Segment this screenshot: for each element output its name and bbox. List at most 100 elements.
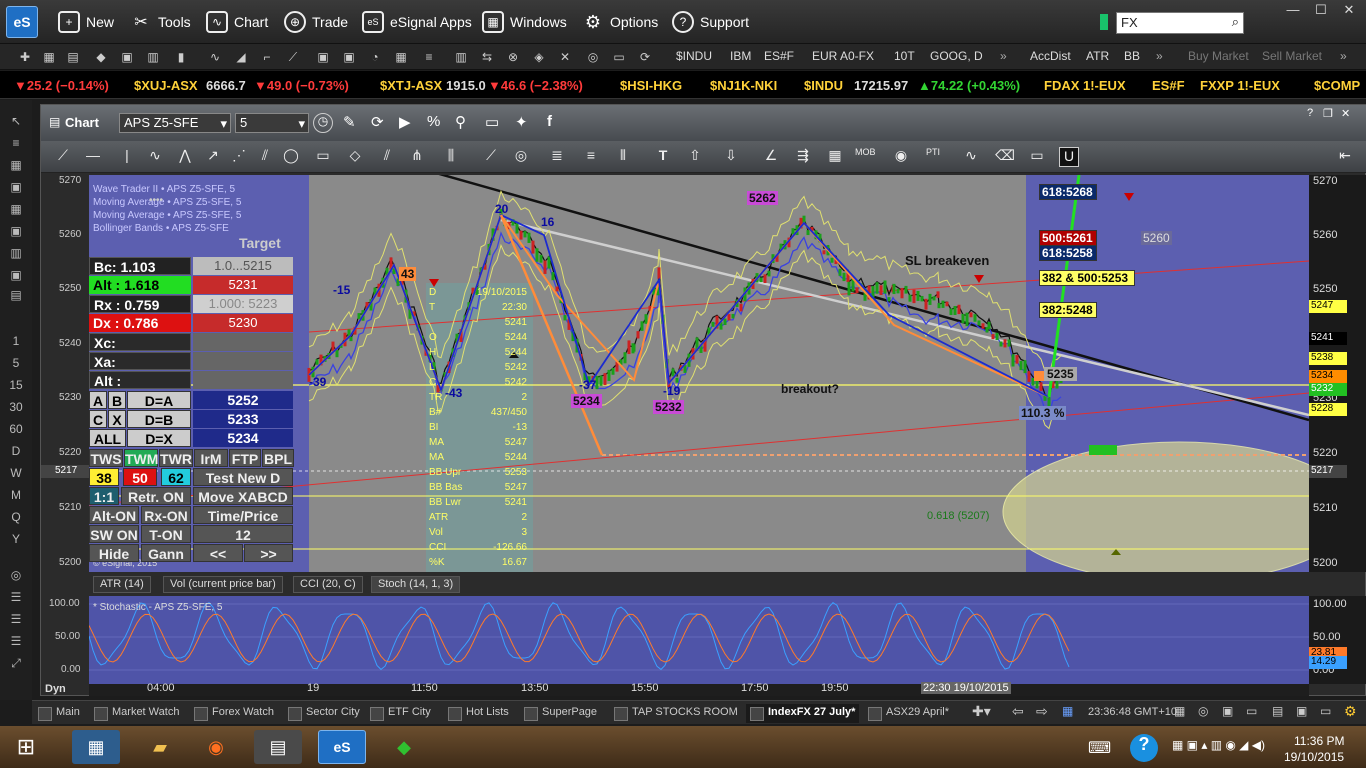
refresh-icon[interactable]: ⟳ — [371, 113, 384, 131]
expand-icon[interactable]: ⤢ — [6, 656, 26, 674]
study-atr[interactable]: ATR — [1086, 49, 1109, 63]
camera-status-icon[interactable]: ▣ — [1296, 704, 1307, 718]
minimize-button[interactable]: — — [1280, 2, 1306, 18]
ticker-symbol[interactable]: FXXP 1!-EUX — [1200, 78, 1280, 93]
toolbar-symbol-eur[interactable]: EUR A0-FX — [812, 49, 874, 63]
point-c-button[interactable]: C — [89, 410, 107, 428]
trend-icon[interactable]: ⟋ — [284, 48, 302, 66]
more-chevron-icon[interactable]: » — [1156, 49, 1163, 63]
xa-field[interactable] — [193, 352, 293, 370]
lock-status-icon[interactable]: ▣ — [1222, 704, 1233, 718]
regression-tool-icon[interactable]: ⟋ — [481, 147, 501, 167]
interval-m[interactable]: M — [6, 488, 26, 506]
table2-icon[interactable]: ▥ — [6, 246, 26, 264]
watch-icon[interactable]: ▣ — [314, 48, 332, 66]
remote-desktop-icon[interactable]: ▤ — [254, 730, 302, 764]
toolbar-symbol-10t[interactable]: 10T — [894, 49, 915, 63]
pointer-icon[interactable]: ↖ — [6, 114, 26, 132]
keyboard-icon[interactable]: ⌨ — [1088, 738, 1111, 758]
tab-tws[interactable]: TWS — [89, 449, 123, 467]
interval-w[interactable]: W — [6, 466, 26, 484]
calc-icon[interactable]: ▣ — [6, 180, 26, 198]
interval-60[interactable]: 60 — [6, 422, 26, 440]
tab-volume[interactable]: Vol (current price bar) — [163, 576, 283, 593]
xc-field[interactable] — [193, 333, 293, 351]
ticker-symbol[interactable]: ES#F — [1152, 78, 1185, 93]
tab-atr[interactable]: ATR (14) — [93, 576, 151, 593]
ratio-1-1-button[interactable]: 1:1 — [89, 487, 119, 505]
interval-dropdown[interactable]: 5 ▾ — [235, 113, 309, 133]
table-icon[interactable]: ▦ — [6, 158, 26, 176]
table3-icon[interactable]: ▤ — [6, 288, 26, 306]
rx-on-button[interactable]: Rx-ON — [141, 506, 191, 524]
measure-tool-icon[interactable]: ⇶ — [793, 147, 813, 167]
page-tab-sector-city[interactable]: Sector City — [284, 704, 364, 723]
firefox-icon[interactable]: ◉ — [192, 730, 240, 764]
calc2-icon[interactable]: ▣ — [6, 224, 26, 242]
alt2-field[interactable] — [193, 371, 293, 389]
tab-twr[interactable]: TWR — [159, 449, 193, 467]
menu-support[interactable]: ? Support — [672, 10, 749, 34]
line-chart-icon[interactable]: ∿ — [206, 48, 224, 66]
toolbar-symbol-ibm[interactable]: IBM — [730, 49, 751, 63]
menu-windows[interactable]: ▦ Windows — [482, 10, 567, 34]
ratio-38-button[interactable]: 38 — [89, 468, 119, 486]
stochastic-panel[interactable]: * Stochastic - APS Z5-SFE, 5 — [89, 596, 1309, 684]
ratio-50-button[interactable]: 50 — [123, 468, 157, 486]
ray-tool-icon[interactable]: ↗ — [203, 147, 223, 167]
pti-tool-icon[interactable]: PTI — [923, 147, 943, 167]
menu3-icon[interactable]: ☰ — [6, 634, 26, 652]
alt-target-field[interactable]: 5231 — [193, 276, 293, 294]
arrow-down-tool-icon[interactable]: ⇩ — [721, 147, 741, 167]
tray-date[interactable]: 19/10/2015 — [1284, 750, 1344, 764]
all-button[interactable]: ALL — [89, 429, 126, 447]
grid2-icon[interactable]: ▦ — [392, 48, 410, 66]
alt-on-button[interactable]: Alt-ON — [89, 506, 139, 524]
hline-tool-icon[interactable]: — — [83, 147, 103, 167]
retr-on-button[interactable]: Retr. ON — [121, 487, 191, 505]
fib-time-tool-icon[interactable]: ⦀ — [613, 147, 633, 167]
eye-tool-icon[interactable]: ◉ — [891, 147, 911, 167]
ticker-symbol[interactable]: $INDU — [804, 78, 843, 93]
wave-tool-icon[interactable]: ∿ — [145, 147, 165, 167]
percent-icon[interactable]: % — [427, 113, 440, 130]
d-equals-a-button[interactable]: D=A — [127, 391, 191, 409]
calc-icon[interactable]: ▣ — [118, 48, 136, 66]
market-icon[interactable]: ⊗ — [504, 48, 522, 66]
clock-icon[interactable]: ◷ — [313, 113, 333, 133]
gann-tool-icon[interactable]: ⫽ — [255, 147, 275, 167]
ratio-62-button[interactable]: 62 — [161, 468, 191, 486]
menu-esignal-apps[interactable]: eS eSignal Apps — [362, 10, 472, 34]
parallel-tool-icon[interactable]: ⫽ — [377, 147, 397, 167]
tab-stoch[interactable]: Stoch (14, 1, 3) — [371, 576, 461, 593]
drop-icon[interactable]: ◆ — [92, 48, 110, 66]
menu-options[interactable]: ⚙ Options — [582, 10, 658, 34]
test-new-d-button[interactable]: Test New D — [193, 468, 293, 486]
facebook-icon[interactable]: f — [547, 113, 552, 130]
study-accdist[interactable]: AccDist — [1030, 49, 1071, 63]
symbol-dropdown[interactable]: APS Z5-SFE ▾ — [119, 113, 231, 133]
ticker-symbol[interactable]: $HSI-HKG — [620, 78, 682, 93]
ticker-symbol[interactable]: $XTJ-ASX — [380, 78, 442, 93]
table-tool-icon[interactable]: ▤ — [64, 48, 82, 66]
monitor-icon[interactable]: ▭ — [610, 48, 628, 66]
zigzag-tool-icon[interactable]: ⋀ — [175, 147, 195, 167]
point-b-button[interactable]: B — [108, 391, 126, 409]
sync-icon[interactable]: ⇆ — [478, 48, 496, 66]
wave-pattern-tool-icon[interactable]: ∿ — [961, 147, 981, 167]
hide-button[interactable]: Hide — [89, 544, 139, 562]
fib-ret-tool-icon[interactable]: ≣ — [547, 147, 567, 167]
area-chart-icon[interactable]: ◢ — [232, 48, 250, 66]
bars-12-field[interactable]: 12 — [193, 525, 293, 543]
chat-status-icon[interactable]: ▭ — [1320, 704, 1331, 718]
grid-icon[interactable]: ▦ — [6, 202, 26, 220]
link-icon[interactable]: ⚲ — [455, 113, 466, 131]
interval-5[interactable]: 5 — [6, 356, 26, 374]
angle-tool-icon[interactable]: ∠ — [761, 147, 781, 167]
toolbar-symbol-goog[interactable]: GOOG, D — [930, 49, 983, 63]
point-a-button[interactable]: A — [89, 391, 107, 409]
gann-button[interactable]: Gann — [141, 544, 191, 562]
globe-status-icon[interactable]: ◎ — [1198, 704, 1208, 718]
windows-start-icon[interactable]: ⊞ — [2, 730, 50, 764]
settings-status-icon[interactable]: ⚙ — [1344, 703, 1357, 720]
